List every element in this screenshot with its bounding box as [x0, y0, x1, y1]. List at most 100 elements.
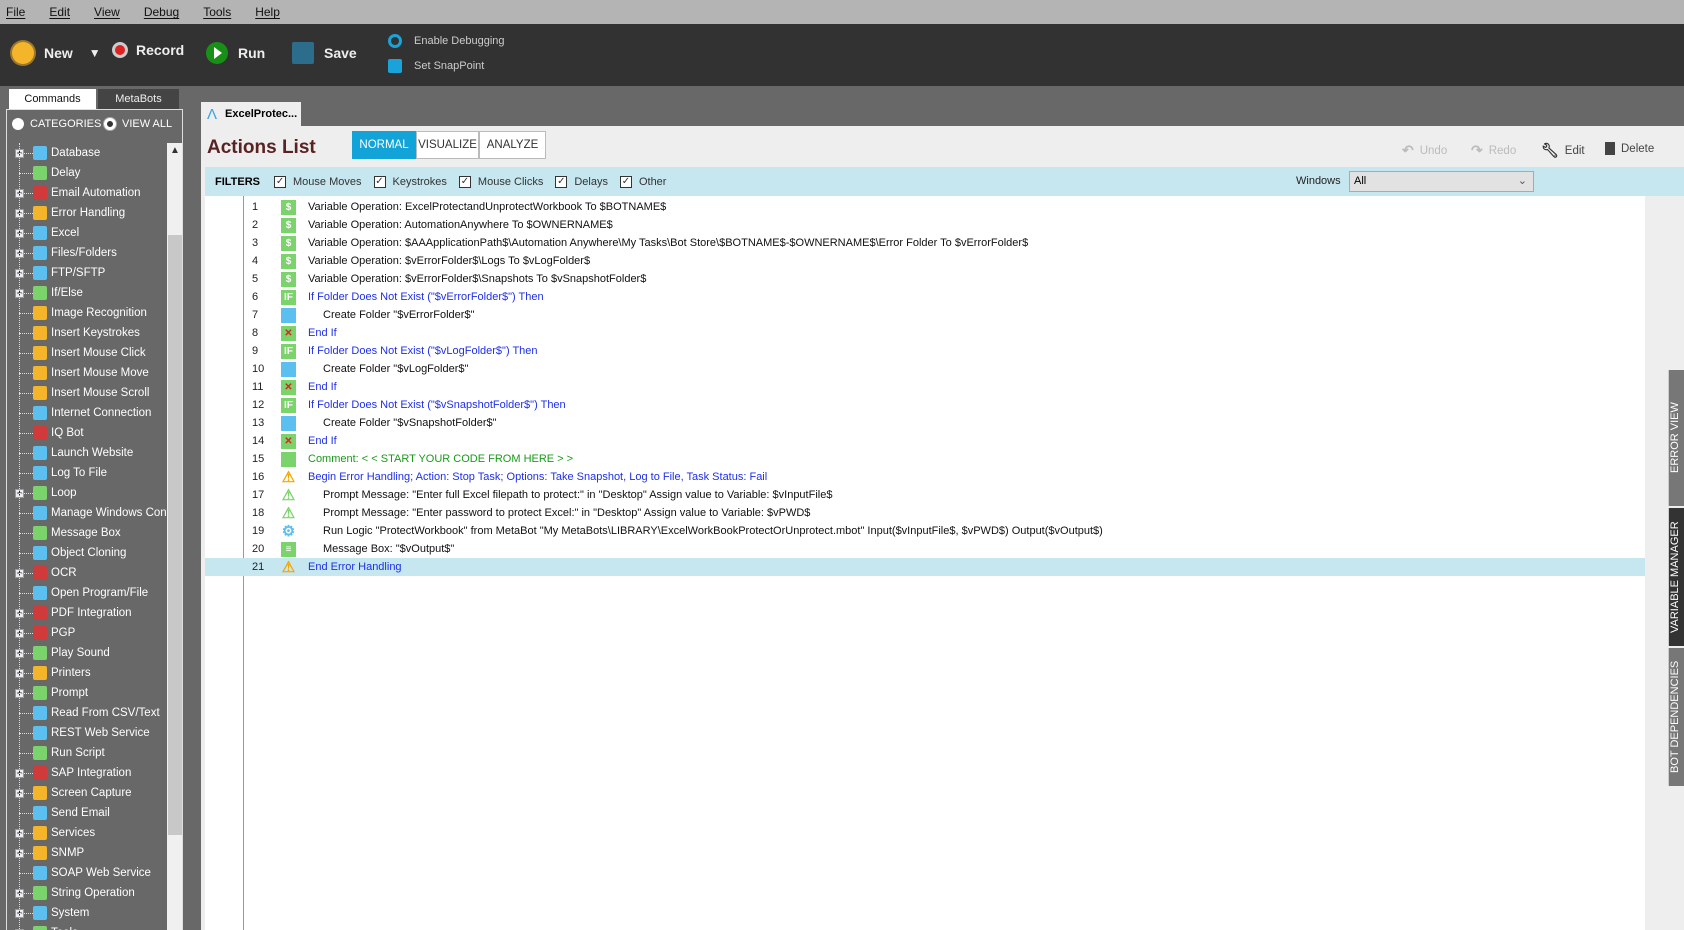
set-snappoint-button[interactable]: Set SnapPoint — [388, 59, 484, 73]
action-row[interactable]: 7 Create Folder "$vErrorFolder$" — [205, 306, 1645, 324]
command-item[interactable]: + OCR — [7, 563, 167, 583]
command-item[interactable]: + Play Sound — [7, 643, 167, 663]
command-item[interactable]: Open Program/File — [7, 583, 167, 603]
menu-file[interactable]: File — [6, 5, 25, 19]
command-item[interactable]: Read From CSV/Text — [7, 703, 167, 723]
action-row[interactable]: 6 IF If Folder Does Not Exist ("$vErrorFol… — [205, 288, 1645, 306]
action-row[interactable]: 15 Comment: < < START YOUR CODE FROM HERE… — [205, 450, 1645, 468]
command-item[interactable]: + Database — [7, 143, 167, 163]
action-row[interactable]: 3 $ Variable Operation: $AAApplicationPath… — [205, 234, 1645, 252]
command-item[interactable]: Insert Keystrokes — [7, 323, 167, 343]
action-row[interactable]: 5 $ Variable Operation: $vErrorFolder$\Sna… — [205, 270, 1645, 288]
enable-debugging-toggle[interactable]: Enable Debugging — [388, 34, 505, 48]
scroll-up-icon[interactable]: ▲ — [167, 143, 182, 159]
action-row[interactable]: 10 Create Folder "$vLogFolder$" — [205, 360, 1645, 378]
action-row[interactable]: 1 $ Variable Operation: ExcelProtectandUnp… — [205, 198, 1645, 216]
command-icon — [33, 766, 47, 780]
command-item[interactable]: + Screen Capture — [7, 783, 167, 803]
mode-visualize-button[interactable]: VISUALIZE — [416, 131, 479, 159]
command-item[interactable]: SOAP Web Service — [7, 863, 167, 883]
side-tab-error-view[interactable]: ERROR VIEW — [1668, 370, 1684, 506]
delete-button[interactable]: Delete — [1605, 142, 1654, 155]
action-row[interactable]: 9 IF If Folder Does Not Exist ("$vLogFolde… — [205, 342, 1645, 360]
action-row[interactable]: 18 ⚠ Prompt Message: "Enter password to pr… — [205, 504, 1645, 522]
menu-view[interactable]: View — [94, 5, 120, 19]
command-item[interactable]: + SNMP — [7, 843, 167, 863]
side-tab-bot-dependencies[interactable]: BOT DEPENDENCIES — [1668, 648, 1684, 786]
command-item[interactable]: + System — [7, 903, 167, 923]
action-row[interactable]: 19 ⚙ Run Logic "ProtectWorkbook" from Meta… — [205, 522, 1645, 540]
action-row[interactable]: 2 $ Variable Operation: AutomationAnywhere… — [205, 216, 1645, 234]
windows-select[interactable]: All ⌄ — [1349, 171, 1534, 192]
categories-radio[interactable]: CATEGORIES — [12, 118, 101, 130]
command-item[interactable]: + Excel — [7, 223, 167, 243]
command-item[interactable]: + Error Handling — [7, 203, 167, 223]
command-item[interactable]: + Loop — [7, 483, 167, 503]
command-item[interactable]: Insert Mouse Click — [7, 343, 167, 363]
command-item[interactable]: Delay — [7, 163, 167, 183]
scroll-thumb[interactable] — [168, 235, 182, 835]
action-row[interactable]: 21 ⚠ End Error Handling — [205, 558, 1645, 576]
command-item[interactable]: + Files/Folders — [7, 243, 167, 263]
command-item[interactable]: + Services — [7, 823, 167, 843]
new-button[interactable]: New ▼ — [12, 42, 101, 64]
tab-commands[interactable]: Commands — [9, 89, 96, 109]
action-row[interactable]: 4 $ Variable Operation: $vErrorFolder$\Log… — [205, 252, 1645, 270]
action-row[interactable]: 11 ✕ End If — [205, 378, 1645, 396]
command-item[interactable]: Send Email — [7, 803, 167, 823]
menu-debug[interactable]: Debug — [144, 5, 179, 19]
save-button[interactable]: Save — [292, 42, 357, 64]
commands-scrollbar[interactable]: ▲ — [167, 143, 182, 930]
mode-analyze-button[interactable]: ANALYZE — [479, 131, 546, 159]
menu-edit[interactable]: Edit — [49, 5, 70, 19]
action-row[interactable]: 20 ≡ Message Box: "$vOutput$" — [205, 540, 1645, 558]
command-item[interactable]: Internet Connection — [7, 403, 167, 423]
command-item[interactable]: IQ Bot — [7, 423, 167, 443]
action-row[interactable]: 8 ✕ End If — [205, 324, 1645, 342]
command-item[interactable]: REST Web Service — [7, 723, 167, 743]
command-item[interactable]: + String Operation — [7, 883, 167, 903]
action-row[interactable]: 14 ✕ End If — [205, 432, 1645, 450]
command-item[interactable]: + Email Automation — [7, 183, 167, 203]
filter-checkbox[interactable]: ✓ Delays — [555, 175, 608, 188]
redo-button[interactable]: ↷ Redo — [1471, 142, 1516, 159]
command-item[interactable]: + PDF Integration — [7, 603, 167, 623]
command-item[interactable]: +Tools — [7, 923, 167, 930]
command-item[interactable]: Image Recognition — [7, 303, 167, 323]
command-item[interactable]: Object Cloning — [7, 543, 167, 563]
action-row[interactable]: 16 ⚠ Begin Error Handling; Action: Stop Ta… — [205, 468, 1645, 486]
command-item[interactable]: Insert Mouse Scroll — [7, 383, 167, 403]
command-item[interactable]: Run Script — [7, 743, 167, 763]
new-dropdown-icon[interactable]: ▼ — [89, 46, 101, 60]
action-row[interactable]: 12 IF If Folder Does Not Exist ("$vSnapsho… — [205, 396, 1645, 414]
command-item[interactable]: + Printers — [7, 663, 167, 683]
document-tab[interactable]: Λ ExcelProtec... — [201, 102, 301, 126]
run-button[interactable]: Run — [206, 42, 265, 64]
filter-checkbox[interactable]: ✓ Keystrokes — [373, 175, 447, 188]
filter-checkbox[interactable]: ✓ Mouse Clicks — [458, 175, 543, 188]
filter-checkbox[interactable]: ✓ Mouse Moves — [274, 175, 362, 188]
edit-button[interactable]: 🔧︎ Edit — [1541, 142, 1585, 159]
command-item[interactable]: Insert Mouse Move — [7, 363, 167, 383]
command-item[interactable]: + If/Else — [7, 283, 167, 303]
command-item[interactable]: + PGP — [7, 623, 167, 643]
side-tab-variable-manager[interactable]: VARIABLE MANAGER — [1668, 508, 1684, 646]
record-button[interactable]: Record — [112, 42, 184, 58]
command-item[interactable]: Message Box — [7, 523, 167, 543]
undo-button[interactable]: ↶ Undo — [1402, 142, 1447, 159]
menu-tools[interactable]: Tools — [203, 5, 231, 19]
filter-label: Other — [638, 175, 667, 188]
command-item[interactable]: Manage Windows Controls — [7, 503, 182, 523]
action-row[interactable]: 13 Create Folder "$vSnapshotFolder$" — [205, 414, 1645, 432]
command-item[interactable]: + Prompt — [7, 683, 167, 703]
command-item[interactable]: + SAP Integration — [7, 763, 167, 783]
view-all-radio[interactable]: VIEW ALL — [104, 118, 172, 130]
filter-checkbox[interactable]: ✓ Other — [619, 175, 667, 188]
command-item[interactable]: Launch Website — [7, 443, 167, 463]
menu-help[interactable]: Help — [255, 5, 280, 19]
tab-metabots[interactable]: MetaBots — [98, 89, 179, 109]
command-item[interactable]: + FTP/SFTP — [7, 263, 167, 283]
mode-normal-button[interactable]: NORMAL — [352, 131, 416, 159]
action-row[interactable]: 17 ⚠ Prompt Message: "Enter full Excel fil… — [205, 486, 1645, 504]
command-item[interactable]: Log To File — [7, 463, 167, 483]
